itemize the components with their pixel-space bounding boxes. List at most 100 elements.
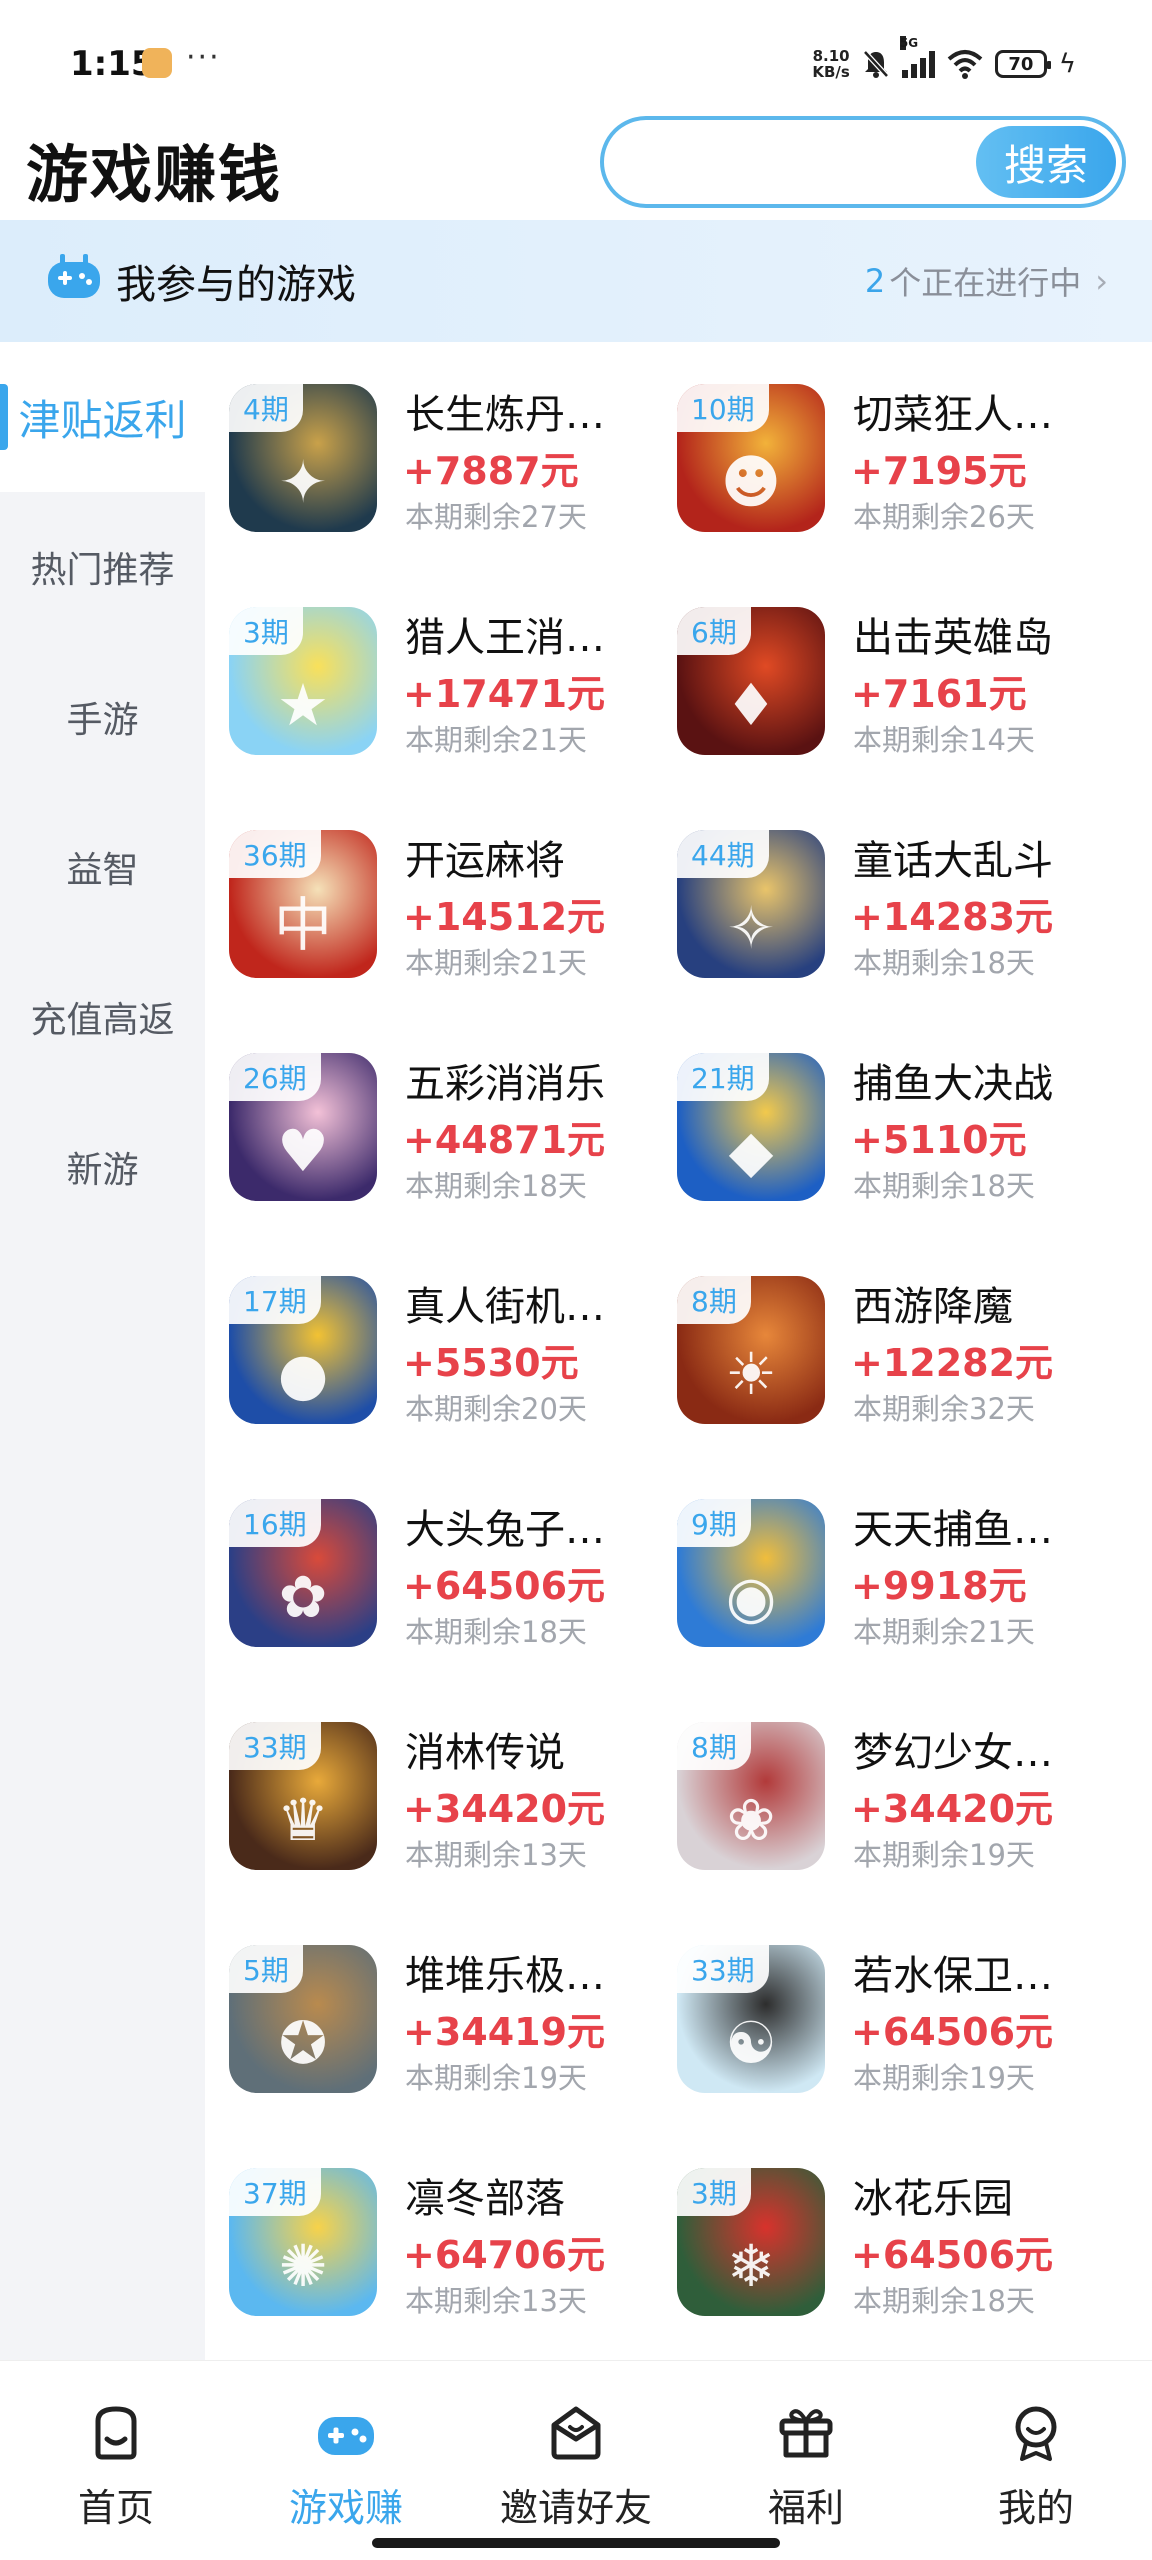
game-card[interactable]: ◉ 9期 天天捕鱼… +9918元 本期剩余21天	[653, 1461, 1093, 1661]
game-card[interactable]: ☯ 33期 若水保卫… +64506元 本期剩余19天	[653, 1907, 1093, 2107]
game-card[interactable]: ✺ 37期 凛冬部落 +64706元 本期剩余13天	[205, 2130, 645, 2330]
game-artwork-glyph: ✺	[278, 2232, 328, 2300]
cat-game-icon: ★ 3期	[229, 607, 377, 755]
game-card[interactable]: ☀ 8期 西游降魔 +12282元 本期剩余32天	[653, 1238, 1093, 1438]
match-game-icon: ♥ 26期	[229, 1053, 377, 1201]
period-badge: 21期	[677, 1053, 769, 1101]
sidebar-item-recharge-rebate[interactable]: 充值高返	[0, 942, 205, 1092]
home-indicator	[372, 2538, 780, 2548]
chevron-right-icon: ›	[1095, 262, 1108, 300]
game-remaining-days: 本期剩余18天	[853, 1169, 1035, 1203]
wifi-icon	[947, 50, 983, 79]
game-card[interactable]: ☻ 10期 切菜狂人… +7195元 本期剩余26天	[653, 346, 1093, 546]
game-name: 童话大乱斗	[853, 838, 1053, 884]
arcade-game-icon: ● 17期	[229, 1276, 377, 1424]
game-artwork-glyph: ☻	[720, 448, 782, 516]
game-card[interactable]: ✦ 4期 长生炼丹… +7887元 本期剩余27天	[205, 346, 645, 546]
game-reward: +64506元	[851, 2010, 1054, 2054]
nav-game-earn-label: 游戏赚	[288, 2486, 403, 2530]
my-games-banner[interactable]: 我参与的游戏 2 个正在进行中 ›	[0, 220, 1152, 342]
game-artwork-glyph: ♛	[277, 1786, 329, 1854]
game-remaining-days: 本期剩余21天	[405, 723, 587, 757]
fairy-tale-game-icon: ✧ 44期	[677, 830, 825, 978]
game-card[interactable]: ♥ 26期 五彩消消乐 +44871元本期剩余18天	[205, 1015, 645, 1215]
game-artwork-glyph: ☀	[725, 1340, 777, 1408]
sidebar-item-hot-recommend[interactable]: 热门推荐	[0, 492, 205, 642]
game-name: 真人街机…	[405, 1284, 605, 1330]
nav-game-earn[interactable]: 游戏赚	[246, 2401, 446, 2541]
game-name: 开运麻将	[405, 838, 565, 884]
game-reward: +5530元	[403, 1341, 579, 1385]
game-artwork-glyph: 中	[273, 891, 332, 959]
game-reward: +64706元	[403, 2233, 606, 2277]
sidebar-item-new-games[interactable]: 新游	[0, 1092, 205, 1242]
notification-app-icon	[142, 48, 172, 78]
game-name: 猎人王消…	[405, 615, 605, 661]
game-card[interactable]: ♛ 33期 消林传说 +34420元 本期剩余13天	[205, 1684, 645, 1884]
game-card[interactable]: ✿ 16期 大头兔子… +64506元 本期剩余18天	[205, 1461, 645, 1661]
search-button[interactable]: 搜索	[976, 126, 1116, 198]
nav-home[interactable]: 首页	[16, 2401, 216, 2541]
game-remaining-days: 本期剩余19天	[853, 1838, 1035, 1872]
period-badge: 37期	[229, 2168, 321, 2216]
category-sidebar: 津贴返利 热门推荐 手游 益智 充值高返 新游	[0, 342, 205, 2360]
game-reward: +14283元	[851, 895, 1054, 939]
period-badge: 16期	[229, 1499, 321, 1547]
game-remaining-days: 本期剩余27天	[405, 500, 587, 534]
game-card[interactable]: ❄ 3期 冰花乐园 +64506元 本期剩余18天	[653, 2130, 1093, 2330]
page-title: 游戏赚钱	[26, 138, 283, 211]
game-artwork-glyph: ♥	[277, 1117, 329, 1185]
game-remaining-days: 本期剩余20天	[405, 1392, 587, 1426]
search-input[interactable]	[628, 134, 968, 190]
nav-welfare[interactable]: 福利	[706, 2401, 906, 2541]
game-artwork-glyph: ◉	[725, 1563, 777, 1631]
game-reward: +44871元	[403, 1118, 606, 1162]
game-card[interactable]: ◆ 21期 捕鱼大决战 +5110元 本期剩余18天	[653, 1015, 1093, 1215]
game-card[interactable]: ♦ 6期 出击英雄岛 +7161元 本期剩余14天	[653, 569, 1093, 769]
period-badge: 4期	[229, 384, 303, 432]
game-remaining-days: 本期剩余18天	[405, 1169, 587, 1203]
period-badge: 5期	[229, 1945, 303, 1993]
period-badge: 8期	[677, 1722, 751, 1770]
game-remaining-days: 本期剩余13天	[405, 1838, 587, 1872]
sidebar-item-mobile-games[interactable]: 手游	[0, 642, 205, 792]
game-card[interactable]: ❀ 8期 梦幻少女… +34420元 本期剩余19天	[653, 1684, 1093, 1884]
game-name: 堆堆乐极…	[405, 1953, 605, 1999]
game-card[interactable]: ★ 3期 猎人王消… +17471元 本期剩余21天	[205, 569, 645, 769]
sidebar-item-puzzle[interactable]: 益智	[0, 792, 205, 942]
game-card[interactable]: 中 36期 开运麻将 +14512元 本期剩余21天	[205, 792, 645, 992]
game-name: 若水保卫…	[853, 1953, 1053, 1999]
game-card[interactable]: ● 17期 真人街机… +5530元本期剩余20天	[205, 1238, 645, 1438]
game-artwork-glyph: ☯	[725, 2009, 777, 2077]
cellular-signal-icon: 5G	[899, 36, 935, 78]
network-speed: 8.10 KB/s	[812, 48, 849, 80]
game-reward: +34419元	[403, 2010, 606, 2054]
nav-invite-friends[interactable]: 邀请好友	[476, 2401, 676, 2541]
period-badge: 6期	[677, 607, 751, 655]
gamepad-icon	[48, 254, 100, 298]
period-badge: 8期	[677, 1276, 751, 1324]
game-name: 五彩消消乐	[405, 1061, 605, 1107]
period-badge: 26期	[229, 1053, 321, 1101]
game-reward: +34420元	[851, 1787, 1054, 1831]
game-reward: +64506元	[403, 1564, 606, 1608]
game-reward: +12282元	[851, 1341, 1054, 1385]
game-name: 长生炼丹…	[405, 392, 605, 438]
game-name: 凛冬部落	[405, 2176, 565, 2222]
game-artwork-glyph: ✦	[278, 448, 328, 516]
game-remaining-days: 本期剩余18天	[853, 946, 1035, 980]
panda-game-icon: ☯ 33期	[677, 1945, 825, 2093]
mute-bell-icon	[863, 50, 889, 78]
game-card[interactable]: ✧ 44期 童话大乱斗 +14283元本期剩余18天	[653, 792, 1093, 992]
daily-fishing-game-icon: ◉ 9期	[677, 1499, 825, 1647]
nav-profile-label: 我的	[997, 2486, 1074, 2530]
banner-title: 我参与的游戏	[116, 262, 356, 308]
period-badge: 10期	[677, 384, 769, 432]
nav-profile[interactable]: 我的	[936, 2401, 1136, 2541]
game-card[interactable]: ✪ 5期 堆堆乐极… +34419元 本期剩余19天	[205, 1907, 645, 2107]
game-remaining-days: 本期剩余14天	[853, 723, 1035, 757]
home-icon	[95, 2406, 137, 2460]
sidebar-item-allowance-rebate[interactable]: 津贴返利	[0, 342, 205, 492]
rabbit-game-icon: ✿ 16期	[229, 1499, 377, 1647]
game-artwork-glyph: ❄	[726, 2232, 776, 2300]
